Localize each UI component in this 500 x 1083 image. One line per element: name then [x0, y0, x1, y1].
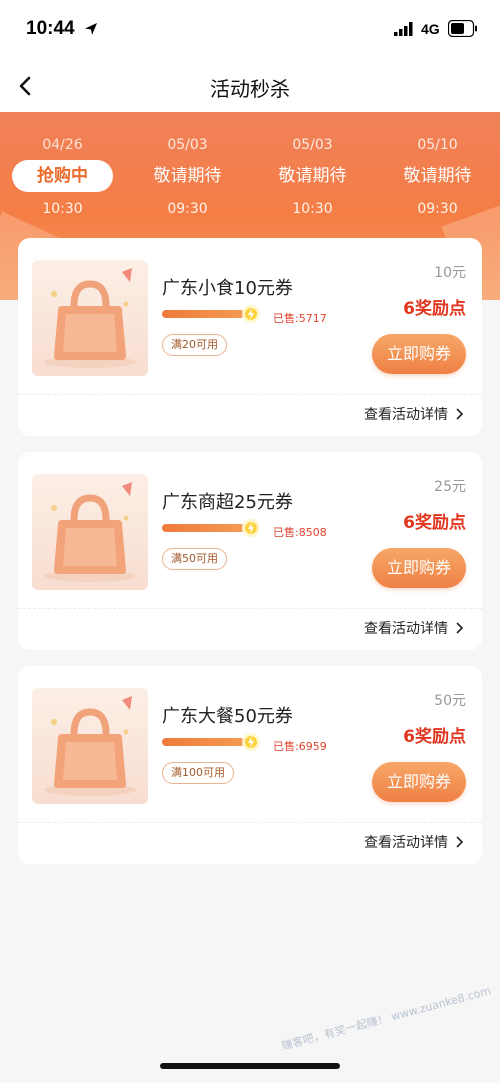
tab-date: 05/03: [167, 137, 208, 153]
session-tabs: 04/26 抢购中 10:30 05/03 敬请期待 09:30 05/03 敬…: [0, 112, 500, 232]
usage-threshold-badge: 满100可用: [162, 762, 234, 784]
status-time: 10:44: [26, 18, 75, 39]
tab-time: 10:30: [292, 201, 333, 217]
view-details-link[interactable]: 查看活动详情: [364, 618, 464, 638]
lightning-icon: [242, 305, 260, 323]
nav-bar: 活动秒杀: [0, 60, 500, 112]
tab-time: 10:30: [42, 201, 83, 217]
location-arrow-icon: [85, 23, 97, 35]
lightning-icon: [242, 519, 260, 537]
reward-points: 6奖励点: [403, 299, 466, 319]
tab-status: 抢购中: [12, 160, 113, 192]
reward-points: 6奖励点: [403, 513, 466, 533]
tab-time: 09:30: [417, 201, 458, 217]
sold-progress-fill: [162, 310, 244, 318]
sold-count: 已售:5717: [273, 312, 327, 325]
sold-progress-fill: [162, 524, 244, 532]
signal-icon: [394, 22, 413, 36]
coupon-card: 广东小食10元券 已售:5717 满20可用 10元 6奖励点 立即购券 查看活…: [18, 238, 482, 436]
coupon-thumbnail: [32, 260, 148, 376]
battery-icon: [448, 20, 477, 37]
chevron-right-icon: [456, 408, 464, 420]
face-value: 50元: [434, 693, 466, 709]
shopping-bag-icon: [44, 696, 136, 796]
sold-progress-fill: [162, 738, 244, 746]
divider: [18, 394, 482, 395]
tab-session-1[interactable]: 05/03 敬请期待 09:30: [125, 112, 250, 232]
coupon-name: 广东大餐50元券: [162, 706, 293, 727]
view-details-label: 查看活动详情: [364, 407, 448, 423]
chevron-right-icon: [456, 836, 464, 848]
tab-status: 敬请期待: [278, 166, 347, 186]
shopping-bag-icon: [44, 268, 136, 368]
watermark: 赚客吧，有奖一起赚！ www.zuanke8.com: [279, 984, 493, 1053]
tab-session-3[interactable]: 05/10 敬请期待 09:30: [375, 112, 500, 232]
status-bar: 10:44 4G: [0, 0, 500, 60]
home-indicator[interactable]: [160, 1063, 340, 1069]
tab-date: 05/03: [292, 137, 333, 153]
buy-button[interactable]: 立即购券: [372, 762, 466, 802]
tab-status: 敬请期待: [153, 166, 222, 186]
chevron-right-icon: [456, 622, 464, 634]
usage-threshold-badge: 满20可用: [162, 334, 227, 356]
shopping-bag-icon: [44, 482, 136, 582]
usage-threshold-badge: 满50可用: [162, 548, 227, 570]
divider: [18, 822, 482, 823]
tab-time: 09:30: [167, 201, 208, 217]
view-details-link[interactable]: 查看活动详情: [364, 832, 464, 852]
coupon-card: 广东大餐50元券 已售:6959 满100可用 50元 6奖励点 立即购券 查看…: [18, 666, 482, 864]
face-value: 10元: [434, 265, 466, 281]
view-details-link[interactable]: 查看活动详情: [364, 404, 464, 424]
coupon-name: 广东商超25元券: [162, 492, 293, 513]
buy-button[interactable]: 立即购券: [372, 334, 466, 374]
sold-count: 已售:6959: [273, 740, 327, 753]
reward-points: 6奖励点: [403, 727, 466, 747]
view-details-label: 查看活动详情: [364, 621, 448, 637]
sold-count: 已售:8508: [273, 526, 327, 539]
tab-status: 敬请期待: [403, 166, 472, 186]
view-details-label: 查看活动详情: [364, 835, 448, 851]
coupon-card: 广东商超25元券 已售:8508 满50可用 25元 6奖励点 立即购券 查看活…: [18, 452, 482, 650]
page-title: 活动秒杀: [210, 77, 290, 101]
tab-session-2[interactable]: 05/03 敬请期待 10:30: [250, 112, 375, 232]
network-label: 4G: [421, 21, 440, 37]
divider: [18, 608, 482, 609]
coupon-thumbnail: [32, 474, 148, 590]
buy-button[interactable]: 立即购券: [372, 548, 466, 588]
face-value: 25元: [434, 479, 466, 495]
tab-date: 05/10: [417, 137, 458, 153]
coupon-name: 广东小食10元券: [162, 278, 293, 299]
tab-date: 04/26: [42, 137, 83, 153]
coupon-thumbnail: [32, 688, 148, 804]
lightning-icon: [242, 733, 260, 751]
tab-session-0[interactable]: 04/26 抢购中 10:30: [0, 112, 125, 232]
